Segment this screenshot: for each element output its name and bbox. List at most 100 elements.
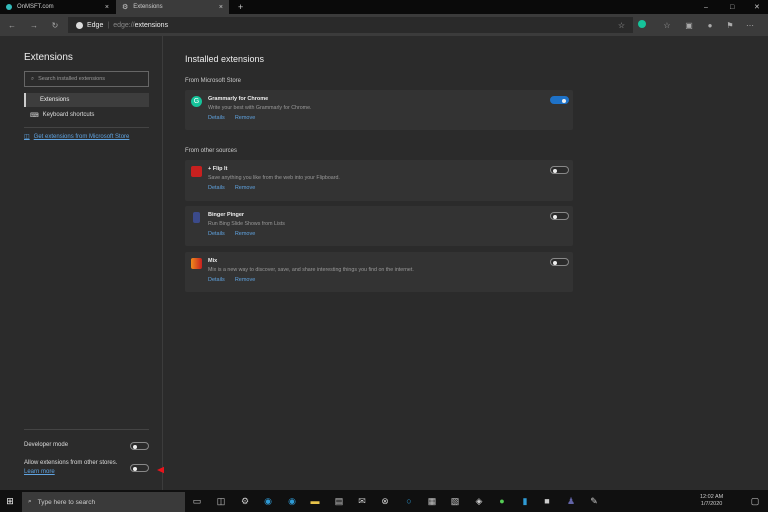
developer-mode-toggle[interactable]	[130, 442, 149, 450]
flipboard-icon	[191, 166, 202, 177]
learn-more-link[interactable]: Learn more	[24, 469, 55, 475]
edge-icon	[76, 21, 83, 29]
teams-icon[interactable]: ♟	[564, 494, 578, 508]
extension-card-binger-pinger: Binger Pinger Run Bing Slide Shows from …	[185, 206, 573, 246]
settings-icon[interactable]: ⚙	[238, 494, 252, 508]
app-icon[interactable]: ◈	[472, 494, 486, 508]
maximize-button[interactable]: □	[724, 0, 734, 14]
grammarly-icon[interactable]	[638, 20, 646, 28]
store-icon: ◫	[24, 134, 30, 140]
forward-icon[interactable]: →	[28, 19, 40, 31]
remove-link[interactable]: Remove	[235, 277, 255, 283]
allow-other-stores-label: Allow extensions from other stores. Lear…	[24, 459, 119, 477]
brand-label: Edge	[87, 21, 104, 29]
minimize-button[interactable]: –	[698, 0, 708, 14]
extension-description: Write your best with Grammarly for Chrom…	[208, 105, 312, 111]
profile-icon[interactable]: ●	[704, 19, 716, 31]
section-other: From other sources	[185, 148, 238, 154]
close-window-button[interactable]: ✕	[748, 0, 760, 14]
search-icon: ⌕	[28, 498, 32, 505]
extension-toggle[interactable]	[550, 258, 569, 266]
refresh-icon[interactable]: ↻	[49, 19, 61, 31]
mix-icon	[191, 258, 202, 269]
section-store: From Microsoft Store	[185, 78, 242, 84]
extension-name: Binger Pinger	[208, 212, 245, 218]
extensions-icon: ⚙	[122, 4, 129, 11]
cmd-icon[interactable]: ■	[540, 494, 554, 508]
feedback-icon[interactable]: ⚑	[724, 19, 736, 31]
remove-link[interactable]: Remove	[235, 115, 255, 121]
extension-name: Grammarly for Chrome	[208, 96, 269, 102]
extension-description: Mix is a new way to discover, save, and …	[208, 267, 414, 273]
sidebar-item-label: Keyboard shortcuts	[42, 112, 95, 118]
search-input[interactable]: ⌕ Search installed extensions	[24, 71, 149, 87]
extension-card-mix: Mix Mix is a new way to discover, save, …	[185, 252, 573, 292]
sidebar-item-keyboard-shortcuts[interactable]: ⌨ Keyboard shortcuts	[24, 108, 149, 122]
details-link[interactable]: Details	[208, 185, 225, 191]
taskbar-search[interactable]: ⌕ Type here to search	[22, 492, 185, 512]
details-link[interactable]: Details	[208, 115, 225, 121]
back-icon[interactable]: ←	[6, 19, 18, 31]
xbox-icon[interactable]: ⊗	[378, 494, 392, 508]
collections-icon[interactable]: ▣	[683, 19, 695, 31]
details-link[interactable]: Details	[208, 277, 225, 283]
calculator-icon[interactable]: ▦	[425, 494, 439, 508]
edge-dev-icon[interactable]: ◉	[285, 494, 299, 508]
sidebar-title: Extensions	[24, 52, 73, 63]
more-icon[interactable]: ⋯	[744, 19, 756, 31]
edge-beta-icon[interactable]: ◉	[261, 494, 275, 508]
divider	[24, 127, 149, 128]
clock[interactable]: 12:02 AM 1/7/2020	[700, 494, 723, 508]
task-view-icon[interactable]: ▭	[190, 494, 204, 508]
remove-link[interactable]: Remove	[235, 231, 255, 237]
extension-toggle[interactable]	[550, 212, 569, 220]
terminal-icon[interactable]: ▤	[332, 494, 346, 508]
phone-icon[interactable]: ▮	[518, 494, 532, 508]
address-bar[interactable]: Edge | edge://extensions ☆	[68, 17, 633, 33]
tab-extensions[interactable]: ⚙ Extensions ×	[116, 0, 229, 14]
time: 12:02 AM	[700, 494, 724, 500]
paint-icon[interactable]: ✎	[587, 494, 601, 508]
extension-description: Run Bing Slide Shows from Lists	[208, 221, 285, 227]
keyboard-icon: ⌨	[30, 112, 39, 119]
divider	[24, 429, 149, 430]
new-tab-button[interactable]: +	[232, 0, 243, 14]
grammarly-icon: G	[191, 96, 202, 107]
site-icon	[6, 4, 12, 10]
close-tab-icon[interactable]: ×	[105, 4, 109, 11]
tab-onmsft[interactable]: OnMSFT.com ×	[0, 0, 115, 14]
search-icon: ⌕	[31, 75, 35, 82]
taskbar-search-placeholder: Type here to search	[37, 498, 96, 506]
extension-name: Mix	[208, 258, 218, 264]
extension-toggle[interactable]	[550, 96, 569, 104]
android-icon[interactable]: ●	[495, 494, 509, 508]
mail-icon[interactable]: ✉	[355, 494, 369, 508]
sidebar-item-label: Extensions	[40, 97, 70, 103]
store-link[interactable]: ◫ Get extensions from Microsoft Store	[24, 133, 129, 140]
photos-icon[interactable]: ▧	[448, 494, 462, 508]
tab-label: OnMSFT.com	[17, 4, 54, 10]
store-icon[interactable]: ◫	[214, 494, 228, 508]
binger-pinger-icon	[193, 212, 200, 223]
allow-other-text: Allow extensions from other stores.	[24, 460, 118, 466]
extension-card-flipit: + Flip It Save anything you like from th…	[185, 160, 573, 201]
sidebar-item-extensions[interactable]: Extensions	[24, 93, 149, 107]
remove-link[interactable]: Remove	[235, 185, 255, 191]
file-explorer-icon[interactable]: ▬	[308, 494, 322, 508]
search-placeholder: Search installed extensions	[38, 76, 106, 82]
extension-card-grammarly: G Grammarly for Chrome Write your best w…	[185, 90, 573, 130]
developer-mode-label: Developer mode	[24, 442, 69, 448]
cortana-icon[interactable]: ○	[402, 494, 416, 508]
tab-label: Extensions	[133, 4, 163, 10]
notifications-icon[interactable]: ▢	[748, 494, 762, 508]
favorite-star-icon[interactable]: ☆	[618, 21, 625, 30]
favorites-icon[interactable]: ☆	[661, 19, 673, 31]
extension-description: Save anything you like from the web into…	[208, 175, 340, 181]
url-prefix: edge://	[113, 21, 135, 29]
start-icon[interactable]: ⊞	[3, 494, 17, 508]
allow-other-stores-toggle[interactable]	[130, 464, 149, 472]
store-link-label: Get extensions from Microsoft Store	[33, 134, 130, 140]
details-link[interactable]: Details	[208, 231, 225, 237]
extension-toggle[interactable]	[550, 166, 569, 174]
close-tab-icon[interactable]: ×	[219, 4, 223, 11]
